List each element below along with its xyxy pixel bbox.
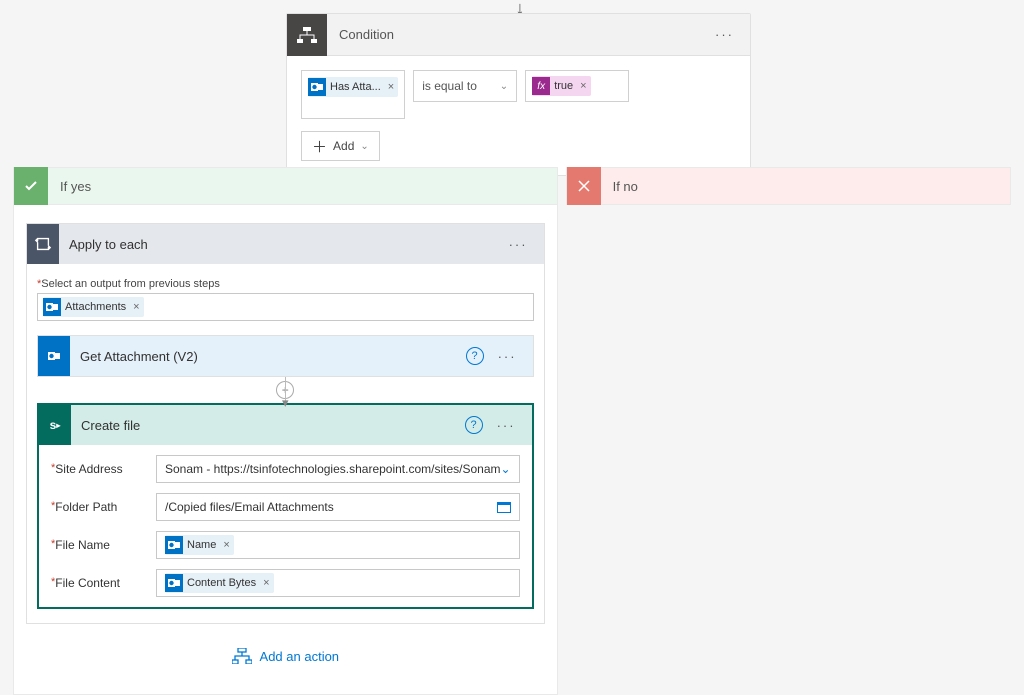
condition-header[interactable]: Condition ··· xyxy=(287,14,750,56)
has-attachment-token[interactable]: Has Atta... × xyxy=(308,77,398,97)
help-icon[interactable]: ? xyxy=(466,347,484,365)
loop-icon xyxy=(27,224,59,264)
if-yes-title: If yes xyxy=(48,179,91,194)
if-no-title: If no xyxy=(601,179,638,194)
outlook-icon xyxy=(165,536,183,554)
remove-token-icon[interactable]: × xyxy=(130,301,139,313)
plus-icon: ＋ xyxy=(312,136,327,157)
outlook-icon xyxy=(38,336,70,376)
token-label: Content Bytes xyxy=(187,577,256,589)
attachments-token[interactable]: Attachments × xyxy=(43,297,144,317)
arrow-down-icon: ▾ xyxy=(282,395,289,411)
sharepoint-icon: s▸ xyxy=(39,405,71,445)
name-token[interactable]: Name × xyxy=(165,535,234,555)
condition-right-operand[interactable]: fx true × xyxy=(525,70,629,102)
create-file-card: s▸ Create file ? ··· *Site Address Sonam… xyxy=(37,403,534,609)
if-no-header[interactable]: If no xyxy=(566,167,1011,205)
folder-picker-icon[interactable] xyxy=(497,502,511,513)
file-content-label: *File Content xyxy=(51,576,156,590)
fx-icon: fx xyxy=(532,77,550,95)
remove-token-icon[interactable]: × xyxy=(260,577,269,589)
file-name-label: *File Name xyxy=(51,538,156,552)
token-label: true xyxy=(554,80,573,92)
folder-path-label: *Folder Path xyxy=(51,500,156,514)
outlook-icon xyxy=(165,574,183,592)
help-icon[interactable]: ? xyxy=(465,416,483,434)
get-attachment-title: Get Attachment (V2) xyxy=(70,349,466,364)
apply-menu-button[interactable]: ··· xyxy=(503,237,534,252)
token-label: Has Atta... xyxy=(330,81,381,93)
folder-path-input[interactable]: /Copied files/Email Attachments xyxy=(156,493,520,521)
file-name-input[interactable]: Name × xyxy=(156,531,520,559)
condition-menu-button[interactable]: ··· xyxy=(709,27,740,42)
chevron-down-icon: ⌄ xyxy=(360,141,368,152)
create-file-title: Create file xyxy=(71,418,465,433)
add-action-label: Add an action xyxy=(260,649,340,664)
site-address-label: *Site Address xyxy=(51,462,156,476)
site-address-select[interactable]: Sonam - https://tsinfotechnologies.share… xyxy=(156,455,520,483)
condition-left-operand[interactable]: Has Atta... × xyxy=(301,70,405,119)
apply-to-each-title: Apply to each xyxy=(59,237,503,252)
condition-body: Has Atta... × is equal to ⌄ fx true × ＋ … xyxy=(287,56,750,175)
outlook-icon xyxy=(308,78,326,96)
add-condition-button[interactable]: ＋ Add ⌄ xyxy=(301,131,380,161)
site-address-value: Sonam - https://tsinfotechnologies.share… xyxy=(165,462,501,476)
token-label: Attachments xyxy=(65,301,126,313)
apply-to-each-card: Apply to each ··· *Select an output from… xyxy=(26,223,545,624)
apply-to-each-header[interactable]: Apply to each ··· xyxy=(27,224,544,264)
content-bytes-token[interactable]: Content Bytes × xyxy=(165,573,274,593)
remove-token-icon[interactable]: × xyxy=(577,80,586,92)
select-output-label: *Select an output from previous steps xyxy=(37,278,534,290)
get-attachment-card: Get Attachment (V2) ? ··· xyxy=(37,335,534,377)
condition-icon xyxy=(287,14,327,56)
remove-token-icon[interactable]: × xyxy=(220,539,229,551)
create-file-menu-button[interactable]: ··· xyxy=(491,418,522,433)
action-connector: + ▾ xyxy=(37,377,534,403)
close-icon xyxy=(567,167,601,205)
if-yes-branch: If yes Apply to each ··· *Select an outp… xyxy=(13,167,558,695)
if-yes-header[interactable]: If yes xyxy=(13,167,558,205)
get-attachment-header[interactable]: Get Attachment (V2) ? ··· xyxy=(38,336,533,376)
outlook-icon xyxy=(43,298,61,316)
chevron-down-icon: ⌄ xyxy=(501,462,511,476)
create-file-header[interactable]: s▸ Create file ? ··· xyxy=(39,405,532,445)
folder-path-value: /Copied files/Email Attachments xyxy=(165,500,334,514)
token-label: Name xyxy=(187,539,216,551)
chevron-down-icon: ⌄ xyxy=(500,81,508,92)
select-output-input[interactable]: Attachments × xyxy=(37,293,534,321)
condition-title: Condition xyxy=(327,27,709,42)
if-no-branch: If no xyxy=(566,167,1011,695)
get-attachment-menu-button[interactable]: ··· xyxy=(492,349,523,364)
operator-text: is equal to xyxy=(422,79,477,93)
add-action-button[interactable]: Add an action xyxy=(26,648,545,664)
checkmark-icon xyxy=(14,167,48,205)
file-content-input[interactable]: Content Bytes × xyxy=(156,569,520,597)
true-expression-token[interactable]: fx true × xyxy=(532,76,590,96)
remove-token-icon[interactable]: × xyxy=(385,81,394,93)
add-label: Add xyxy=(333,139,354,153)
condition-card: Condition ··· Has Atta... × is equal to … xyxy=(286,13,751,176)
condition-operator-select[interactable]: is equal to ⌄ xyxy=(413,70,517,102)
